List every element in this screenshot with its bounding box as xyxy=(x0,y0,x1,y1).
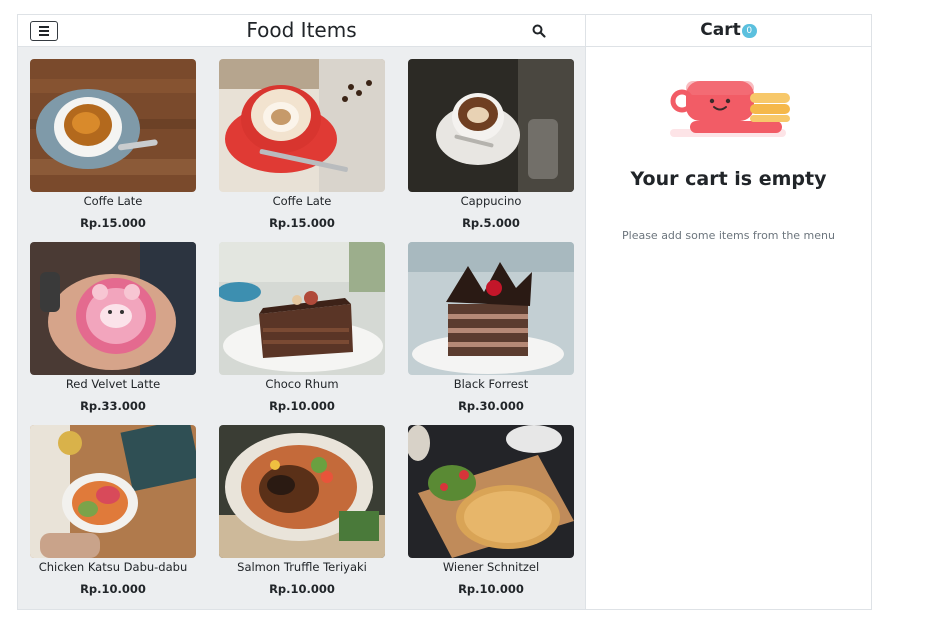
menu-panel: Food Items Coffe Late Rp.15.000 Coffe La… xyxy=(18,15,586,609)
food-image xyxy=(408,242,574,375)
search-icon[interactable] xyxy=(531,23,547,39)
food-card[interactable]: Chicken Katsu Dabu-dabu Rp.10.000 xyxy=(30,425,196,600)
food-price: Rp.15.000 xyxy=(269,216,335,230)
food-image xyxy=(30,242,196,375)
food-price: Rp.10.000 xyxy=(269,582,335,596)
cart-panel: Cart 0 Your cart is empty Please add some… xyxy=(586,15,871,609)
food-price: Rp.33.000 xyxy=(80,399,146,413)
food-card[interactable]: Cappucino Rp.5.000 xyxy=(408,59,574,234)
food-card[interactable]: Choco Rhum Rp.10.000 xyxy=(219,242,385,417)
food-price: Rp.30.000 xyxy=(458,399,524,413)
food-grid: Coffe Late Rp.15.000 Coffe Late Rp.15.00… xyxy=(18,47,585,609)
food-price: Rp.5.000 xyxy=(462,216,520,230)
empty-cart-message: Please add some items from the menu xyxy=(622,229,835,242)
food-price: Rp.10.000 xyxy=(80,582,146,596)
food-name: Wiener Schnitzel xyxy=(442,560,540,574)
food-name: Choco Rhum xyxy=(265,377,339,391)
food-image xyxy=(408,425,574,558)
menu-header: Food Items xyxy=(18,15,585,47)
food-name: Coffe Late xyxy=(83,194,143,208)
cart-count-badge: 0 xyxy=(741,23,757,38)
food-price: Rp.15.000 xyxy=(80,216,146,230)
food-name: Chicken Katsu Dabu-dabu xyxy=(38,560,188,574)
food-name: Black Forrest xyxy=(453,377,529,391)
cart-title: Cart xyxy=(700,20,741,40)
empty-cup-illustration xyxy=(670,81,790,137)
food-image xyxy=(219,425,385,558)
app-window: Food Items Coffe Late Rp.15.000 Coffe La… xyxy=(17,14,872,610)
food-name: Coffe Late xyxy=(272,194,332,208)
food-name: Red Velvet Latte xyxy=(65,377,161,391)
food-image xyxy=(219,242,385,375)
food-image xyxy=(408,59,574,192)
food-card[interactable]: Salmon Truffle Teriyaki Rp.10.000 xyxy=(219,425,385,600)
food-card[interactable]: Black Forrest Rp.30.000 xyxy=(408,242,574,417)
food-image xyxy=(219,59,385,192)
food-price: Rp.10.000 xyxy=(458,582,524,596)
food-card[interactable]: Coffe Late Rp.15.000 xyxy=(219,59,385,234)
food-image xyxy=(30,59,196,192)
food-image xyxy=(30,425,196,558)
food-price: Rp.10.000 xyxy=(269,399,335,413)
food-card[interactable]: Red Velvet Latte Rp.33.000 xyxy=(30,242,196,417)
food-card[interactable]: Wiener Schnitzel Rp.10.000 xyxy=(408,425,574,600)
food-name: Cappucino xyxy=(460,194,522,208)
page-title: Food Items xyxy=(246,18,357,42)
food-name: Salmon Truffle Teriyaki xyxy=(237,560,367,574)
empty-cart-title: Your cart is empty xyxy=(630,168,827,190)
food-card[interactable]: Coffe Late Rp.15.000 xyxy=(30,59,196,234)
cart-header: Cart 0 xyxy=(586,15,871,47)
